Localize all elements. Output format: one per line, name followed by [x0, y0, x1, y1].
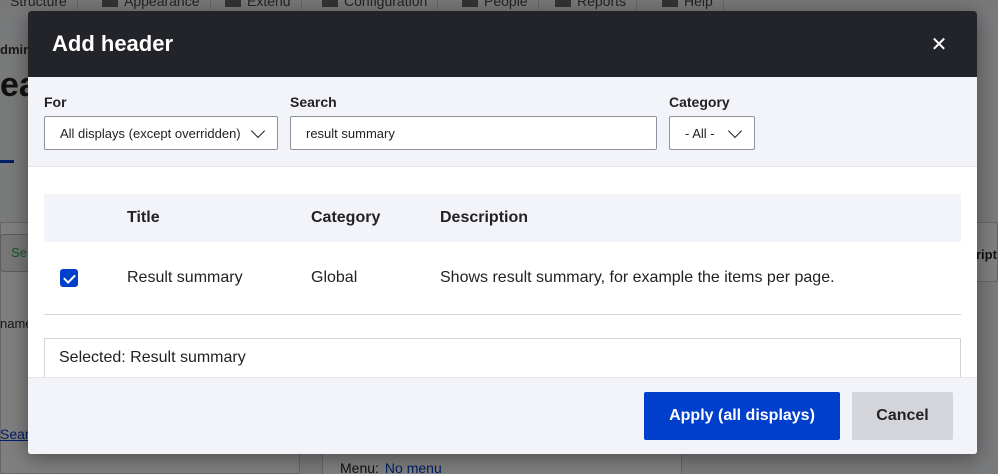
for-select[interactable]: All displays (except overridden) — [44, 116, 278, 150]
dialog-content: Title Category Description Result summar… — [28, 167, 977, 378]
category-label: Category — [669, 94, 730, 110]
row-category: Global — [311, 269, 358, 286]
row-title: Result summary — [127, 269, 243, 286]
search-label: Search — [290, 94, 337, 110]
column-header-title: Title — [127, 209, 160, 226]
dialog-footer: Apply (all displays) Cancel — [28, 377, 977, 454]
row-checkbox[interactable] — [60, 269, 78, 287]
search-input-value: result summary — [306, 125, 395, 141]
for-filter: For All displays (except overridden) — [44, 94, 278, 150]
close-icon[interactable]: ✕ — [929, 34, 949, 56]
for-label: For — [44, 94, 67, 110]
search-filter: Search result summary — [290, 94, 657, 150]
table-header: Title Category Description — [44, 194, 961, 242]
selected-summary: Selected: Result summary — [44, 338, 961, 378]
filter-bar: For All displays (except overridden) Sea… — [28, 77, 977, 167]
table-row[interactable]: Result summary Global Shows result summa… — [44, 242, 961, 315]
chevron-down-icon — [250, 123, 266, 138]
for-select-value: All displays (except overridden) — [60, 125, 241, 141]
category-filter: Category - All - — [669, 94, 755, 150]
row-description: Shows result summary, for example the it… — [440, 269, 835, 286]
dialog-title: Add header — [52, 31, 174, 56]
search-input[interactable]: result summary — [290, 116, 657, 150]
dialog-header: Add header ✕ — [28, 11, 977, 77]
category-select-value: - All - — [685, 125, 715, 141]
category-select[interactable]: - All - — [669, 116, 755, 150]
cancel-button[interactable]: Cancel — [852, 392, 953, 440]
chevron-down-icon — [727, 123, 743, 138]
column-header-category: Category — [311, 209, 381, 226]
column-header-description: Description — [440, 209, 529, 226]
add-header-dialog: Add header ✕ For All displays (except ov… — [28, 11, 977, 454]
handler-table: Title Category Description Result summar… — [44, 194, 961, 315]
apply-button[interactable]: Apply (all displays) — [644, 392, 840, 440]
